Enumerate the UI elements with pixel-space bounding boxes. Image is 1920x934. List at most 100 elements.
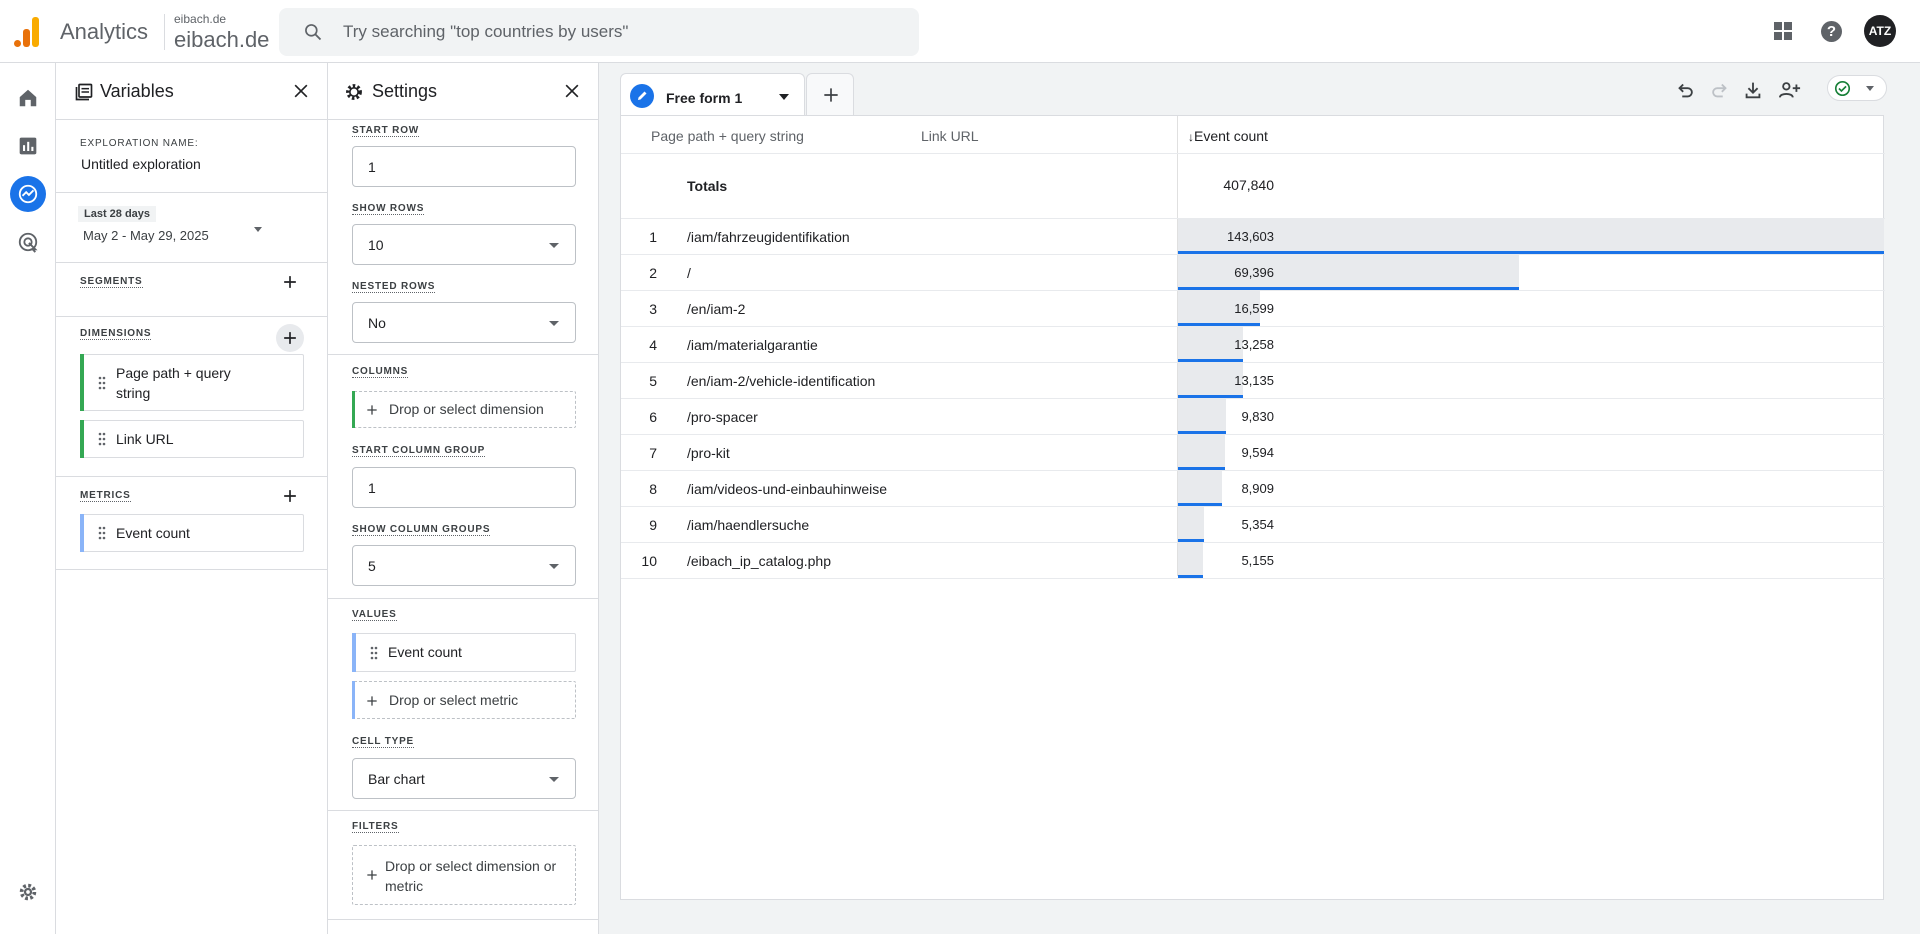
table-row[interactable]: 1/iam/fahrzeugidentifikation 143,603 — [621, 219, 1885, 255]
drag-handle-icon[interactable] — [370, 646, 378, 660]
plus-icon — [367, 405, 377, 415]
values-drop-zone[interactable]: Drop or select metric — [352, 681, 576, 719]
row-event-count: 69,396 — [1234, 265, 1274, 280]
tab-free-form-1[interactable]: Free form 1 — [620, 73, 805, 115]
undo-icon[interactable] — [1674, 79, 1696, 101]
share-users-icon[interactable] — [1777, 79, 1803, 101]
search-bar[interactable]: Try searching "top countries by users" — [279, 8, 919, 56]
row-page-path[interactable]: /iam/fahrzeugidentifikation — [687, 229, 850, 245]
home-icon[interactable] — [13, 83, 43, 113]
chevron-down-icon — [549, 777, 559, 782]
row-page-path[interactable]: /iam/videos-und-einbauhinweise — [687, 481, 887, 497]
divider — [328, 354, 599, 355]
start-row-value: 1 — [368, 159, 376, 175]
table-row[interactable]: 3/en/iam-2 16,599 — [621, 291, 1885, 327]
dimension-chip-link-url[interactable]: Link URL — [80, 420, 304, 458]
close-icon[interactable] — [291, 81, 311, 101]
table-row[interactable]: 10/eibach_ip_catalog.php 5,155 — [621, 543, 1885, 579]
show-rows-value: 10 — [368, 237, 384, 253]
dimension-label: Page path + query string — [116, 365, 231, 401]
table-row[interactable]: 7/pro-kit 9,594 — [621, 435, 1885, 471]
row-page-path[interactable]: /iam/materialgarantie — [687, 337, 818, 353]
row-divider — [621, 578, 1885, 579]
column-header-event-count[interactable]: ↓Event count — [1188, 128, 1268, 144]
table-row[interactable]: 6/pro-spacer 9,830 — [621, 399, 1885, 435]
edit-pencil-icon[interactable] — [630, 84, 654, 108]
metric-chip-event-count[interactable]: Event count — [80, 514, 304, 552]
avatar[interactable]: ATZ — [1864, 15, 1896, 47]
date-range-value: May 2 - May 29, 2025 — [83, 228, 209, 243]
chevron-down-icon[interactable] — [779, 94, 789, 100]
row-page-path[interactable]: /eibach_ip_catalog.php — [687, 553, 831, 569]
row-index: 8 — [649, 481, 657, 497]
bar-background — [1178, 219, 1884, 254]
table-row[interactable]: 5/en/iam-2/vehicle-identification 13,135 — [621, 363, 1885, 399]
show-column-groups-select[interactable]: 5 — [352, 545, 576, 586]
dimension-chip-page-path[interactable]: Page path + query string — [80, 354, 304, 411]
date-range-picker[interactable]: Last 28 days May 2 - May 29, 2025 — [78, 206, 278, 246]
add-dimension-button[interactable] — [276, 324, 304, 352]
drag-handle-icon[interactable] — [98, 376, 106, 390]
account-name[interactable]: eibach.de — [174, 12, 226, 26]
row-index: 2 — [649, 265, 657, 281]
cell-type-select[interactable]: Bar chart — [352, 758, 576, 799]
row-page-path[interactable]: / — [687, 265, 691, 281]
column-header-link-url[interactable]: Link URL — [921, 128, 979, 144]
exploration-name-field[interactable]: Untitled exploration — [81, 156, 201, 172]
metrics-label: METRICS — [80, 490, 131, 502]
row-index: 10 — [641, 553, 657, 569]
reports-icon[interactable] — [13, 131, 43, 161]
table-row[interactable]: 2 / 69,396 — [621, 255, 1885, 291]
show-rows-select[interactable]: 10 — [352, 224, 576, 265]
add-metric-icon[interactable] — [280, 486, 300, 506]
table-row[interactable]: 9/iam/haendlersuche 5,354 — [621, 507, 1885, 543]
row-page-path[interactable]: /pro-kit — [687, 445, 730, 461]
drag-handle-icon[interactable] — [98, 526, 106, 540]
drag-handle-icon[interactable] — [98, 432, 106, 446]
add-segment-icon[interactable] — [280, 272, 300, 292]
redo-icon[interactable] — [1709, 79, 1731, 101]
analytics-logo-icon[interactable] — [14, 17, 42, 47]
apps-grid-icon[interactable] — [1774, 22, 1792, 40]
value-chip-event-count[interactable]: Event count — [352, 633, 576, 672]
row-event-count: 13,258 — [1234, 337, 1274, 352]
columns-label: COLUMNS — [352, 366, 409, 378]
close-icon[interactable] — [562, 81, 582, 101]
nested-rows-select[interactable]: No — [352, 302, 576, 343]
property-name[interactable]: eibach.de — [174, 27, 269, 53]
totals-label: Totals — [687, 178, 728, 194]
row-index: 7 — [649, 445, 657, 461]
start-column-group-input[interactable]: 1 — [352, 467, 576, 508]
show-column-groups-label: SHOW COLUMN GROUPS — [352, 524, 491, 536]
explore-icon[interactable] — [10, 176, 46, 212]
add-tab-button[interactable] — [806, 73, 854, 115]
divider — [56, 262, 328, 263]
table-row[interactable]: 8/iam/videos-und-einbauhinweise 8,909 — [621, 471, 1885, 507]
row-page-path[interactable]: /pro-spacer — [687, 409, 758, 425]
download-icon[interactable] — [1742, 79, 1764, 101]
column-header-page-path[interactable]: Page path + query string — [651, 128, 804, 144]
settings-header: Settings — [328, 63, 598, 120]
plus-icon — [284, 332, 296, 344]
row-page-path[interactable]: /iam/haendlersuche — [687, 517, 809, 533]
columns-drop-zone[interactable]: Drop or select dimension — [352, 391, 576, 428]
admin-gear-icon[interactable] — [13, 877, 43, 907]
plus-icon — [824, 88, 838, 102]
row-event-count: 16,599 — [1234, 301, 1274, 316]
save-status-button[interactable] — [1827, 75, 1887, 101]
row-index: 3 — [649, 301, 657, 317]
totals-value: 407,840 — [1223, 177, 1274, 193]
row-page-path[interactable]: /en/iam-2/vehicle-identification — [687, 373, 875, 389]
chevron-down-icon — [254, 227, 262, 232]
check-circle-icon — [1834, 80, 1851, 97]
filters-drop-zone[interactable]: Drop or select dimension or metric — [352, 845, 576, 905]
row-page-path[interactable]: /en/iam-2 — [687, 301, 745, 317]
variables-panel: Variables EXPLORATION NAME: Untitled exp… — [56, 63, 328, 934]
advertising-icon[interactable] — [13, 227, 43, 257]
table-row[interactable]: 4/iam/materialgarantie 13,258 — [621, 327, 1885, 363]
help-icon[interactable]: ? — [1821, 21, 1842, 42]
row-index: 4 — [649, 337, 657, 353]
start-row-input[interactable]: 1 — [352, 146, 576, 187]
row-event-count: 9,594 — [1241, 445, 1274, 460]
filters-drop-label: Drop or select dimension or metric — [385, 858, 557, 894]
